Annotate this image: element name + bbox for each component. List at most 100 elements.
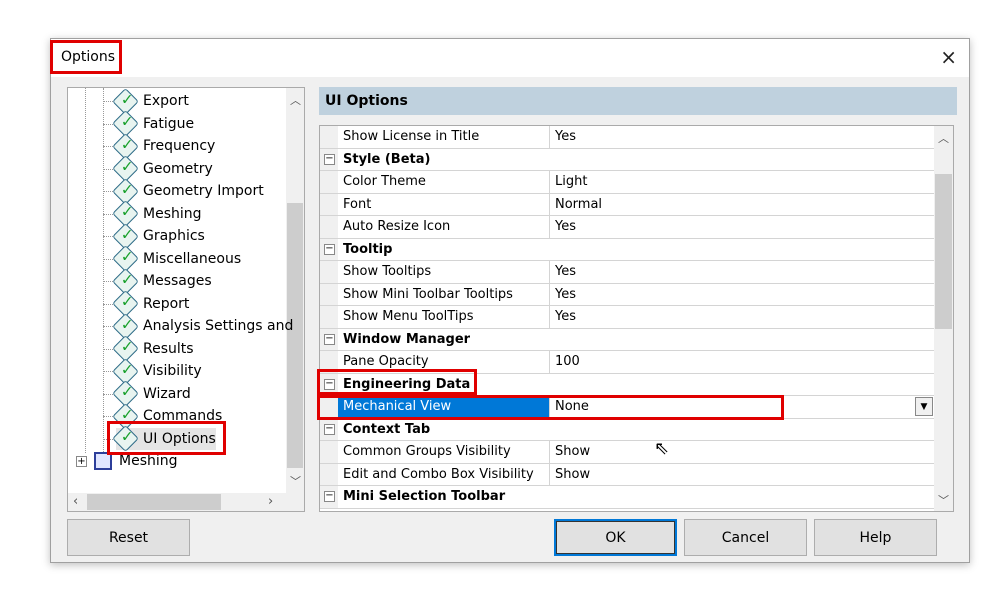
tree-item[interactable]: Frequency (112, 132, 216, 160)
tree-item[interactable]: Commands (112, 402, 223, 430)
reset-button[interactable]: Reset (67, 519, 190, 556)
collapse-minus-icon[interactable]: − (324, 153, 335, 165)
property-value[interactable]: Light (550, 171, 934, 193)
property-value[interactable]: None ▼ (550, 396, 934, 418)
scroll-thumb[interactable] (87, 494, 221, 510)
tree-item-meshing-root[interactable]: + Meshing (76, 450, 178, 472)
property-name: Font (338, 193, 550, 215)
dropdown-arrow-icon[interactable]: ▼ (915, 397, 933, 416)
row-gutter (320, 463, 338, 485)
scroll-down-icon[interactable]: ﹀ (290, 473, 301, 489)
row-gutter: − (320, 238, 338, 260)
collapse-minus-icon[interactable]: − (324, 243, 335, 255)
tree-horizontal-scrollbar[interactable]: ‹ › (68, 493, 304, 511)
property-value-text: None (555, 399, 589, 414)
property-value[interactable]: Yes (550, 216, 934, 238)
tree-item[interactable]: Export (112, 88, 189, 115)
collapse-minus-icon[interactable]: − (324, 423, 335, 435)
cancel-button[interactable]: Cancel (684, 519, 807, 556)
row-gutter: − (320, 486, 338, 508)
help-button[interactable]: Help (814, 519, 937, 556)
tree-item-label: Frequency (143, 138, 216, 154)
scroll-right-icon[interactable]: › (268, 494, 273, 509)
property-name: Show Menu ToolTips (338, 306, 550, 328)
property-row[interactable]: Auto Resize Icon Yes (320, 216, 934, 239)
row-gutter (320, 171, 338, 193)
row-gutter: − (320, 328, 338, 350)
tree-item[interactable]: Graphics (112, 222, 205, 250)
row-gutter: − (320, 418, 338, 440)
expand-plus-icon[interactable]: + (76, 455, 87, 467)
category-row[interactable]: − Mini Selection Toolbar (320, 486, 934, 509)
tree-line (85, 88, 86, 453)
property-value[interactable]: Yes (550, 126, 934, 148)
panel-header: UI Options (319, 87, 957, 115)
tree-item[interactable]: Visibility (112, 357, 202, 385)
category-row[interactable]: − Tooltip (320, 238, 934, 261)
property-row[interactable]: Edit and Combo Box Visibility Show (320, 463, 934, 486)
property-value[interactable]: 100 (550, 351, 934, 373)
scroll-up-icon[interactable]: ︿ (938, 130, 949, 146)
tree-item[interactable]: Analysis Settings and (112, 312, 294, 340)
property-name: Common Groups Visibility (338, 441, 550, 463)
property-row[interactable]: Color Theme Light (320, 171, 934, 194)
property-name: Color Theme (338, 171, 550, 193)
property-row[interactable]: Mechanical View None ▼ (320, 396, 934, 419)
property-row[interactable]: Show Menu ToolTips Yes (320, 306, 934, 329)
category-row[interactable]: − Engineering Data (320, 373, 934, 396)
collapse-minus-icon[interactable]: − (324, 333, 335, 345)
ok-button[interactable]: OK (554, 519, 677, 556)
property-name: Mechanical View (338, 396, 550, 418)
scroll-left-icon[interactable]: ‹ (73, 494, 78, 509)
tree-line (103, 88, 104, 468)
row-gutter (320, 351, 338, 373)
property-value[interactable]: Normal (550, 194, 934, 216)
category-label: Engineering Data (343, 376, 471, 392)
property-row[interactable]: Font Normal (320, 193, 934, 216)
tree-item[interactable]: Miscellaneous (112, 245, 241, 272)
property-row[interactable]: Pane Opacity 100 (320, 351, 934, 374)
property-value-text: Show (555, 444, 591, 459)
row-gutter: − (320, 148, 338, 170)
property-row[interactable]: Show Tooltips Yes (320, 261, 934, 284)
collapse-minus-icon[interactable]: − (324, 491, 335, 502)
tree-item[interactable]: Wizard (112, 380, 191, 407)
scroll-thumb[interactable] (935, 174, 952, 329)
property-row[interactable]: Common Groups Visibility Show (320, 441, 934, 464)
category-row[interactable]: − Context Tab (320, 418, 934, 441)
property-value[interactable]: Yes (550, 306, 934, 328)
property-value-text: Yes (555, 309, 576, 324)
grid-vertical-scrollbar[interactable]: ︿ ﹀ (934, 126, 953, 511)
property-value[interactable]: Yes (550, 284, 934, 306)
tree-item[interactable]: Report (112, 290, 189, 317)
property-value-text: Yes (555, 264, 576, 279)
tree-item[interactable]: Meshing (112, 200, 202, 227)
property-value[interactable]: Show (550, 464, 934, 486)
tree-item-label: Visibility (143, 363, 202, 379)
tree-item[interactable]: Results (112, 335, 194, 362)
property-value-text: Yes (555, 219, 576, 234)
category-row[interactable]: − Style (Beta) (320, 148, 934, 171)
tree-item[interactable]: UI Options (112, 425, 216, 452)
tree-item-label: Analysis Settings and (143, 318, 294, 334)
options-dialog: Options × ︿ ﹀ ‹ › Export Fatigue Frequency… (50, 38, 970, 563)
property-value[interactable]: Show (550, 441, 934, 463)
close-icon[interactable]: × (940, 45, 957, 69)
property-value-text: 100 (555, 354, 580, 369)
tree-item[interactable]: Fatigue (112, 110, 194, 137)
category-row[interactable]: − Window Manager (320, 328, 934, 351)
tree-item[interactable]: Messages (112, 267, 212, 295)
property-row[interactable]: Show Mini Toolbar Tooltips Yes (320, 283, 934, 306)
property-grid[interactable]: ︿ ﹀ Show License in Title Yes − Style (Beta… (319, 125, 954, 512)
tree-vertical-scrollbar[interactable]: ︿ ﹀ (286, 88, 304, 493)
tree-item-label: Commands (143, 408, 223, 424)
title-bar: Options × (51, 39, 969, 77)
collapse-minus-icon[interactable]: − (324, 378, 335, 390)
tree-item[interactable]: Geometry (112, 155, 213, 182)
scroll-down-icon[interactable]: ﹀ (938, 492, 949, 508)
tree-item[interactable]: Geometry Import (112, 177, 264, 205)
scroll-up-icon[interactable]: ︿ (290, 92, 301, 108)
options-tree[interactable]: ︿ ﹀ ‹ › Export Fatigue Frequency Geometry Ge… (67, 87, 305, 512)
property-value[interactable]: Yes (550, 261, 934, 283)
property-row[interactable]: Show License in Title Yes (320, 126, 934, 149)
